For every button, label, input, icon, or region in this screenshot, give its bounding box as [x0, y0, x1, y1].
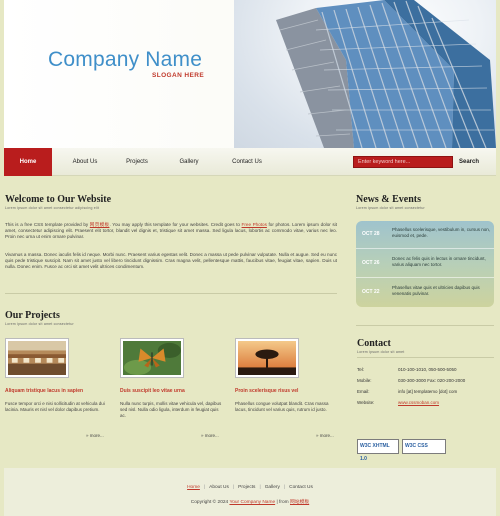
project-text-2: Nulla nunc turpis, mollis vitae vehicula… [120, 401, 222, 418]
w3c-xhtml-badge[interactable]: W3C XHTML 1.0 [357, 439, 399, 462]
sunset-tree-picture [238, 341, 296, 375]
butterfly-picture [123, 341, 181, 375]
news-text: Donec ac felis quis in lectus in ornare … [392, 256, 486, 267]
slogan: SLOGAN HERE [152, 72, 205, 79]
news-title: News & Events Lorem ipsum dolor sit amet… [356, 194, 425, 210]
news-date: OCT 28 [362, 231, 380, 237]
nav-about-us[interactable]: About Us [60, 148, 110, 176]
news-text: Phasellus vitae quis et ultricies dapibu… [392, 285, 480, 296]
contact-mobile-label: Mobile: [357, 378, 372, 383]
footer-separator: | [232, 485, 235, 490]
contact-email-value: info [at] templatemo [dot] com [398, 389, 458, 394]
main-nav: Home About Us Projects Gallery Contact U… [4, 148, 496, 176]
mall-interior-picture [8, 341, 66, 375]
footer-links: Home | About Us | Projects | Gallery | Contact U… [4, 485, 496, 490]
welcome-paragraph-2: Vivamus a massa. Donec iaculis felis id … [5, 252, 337, 269]
project-text-1: Fusce tempor orci e nisi sollicitudin at… [5, 401, 105, 412]
contact-tel-label: Tel: [357, 367, 365, 372]
contact-subtitle: Lorem ipsum dolor sit amet [357, 350, 405, 354]
welcome-p1-text: This is a free CSS template provided by [5, 222, 90, 227]
divider [356, 325, 494, 326]
project-more-link-2[interactable]: » more... [201, 433, 219, 438]
footer-link-home[interactable]: Home [187, 485, 200, 490]
welcome-title: Welcome to Our Website Lorem ipsum dolor… [5, 194, 111, 210]
footer-copyright: Copyright © 2024 Your Company Name | fro… [4, 498, 496, 505]
company-link[interactable]: Your Company Name [229, 500, 275, 505]
project-image-mall[interactable] [5, 338, 69, 378]
nav-projects[interactable]: Projects [112, 148, 162, 176]
contact-website-value[interactable]: www.cssmoban.com [398, 400, 439, 405]
search-input[interactable]: Enter keyword here... [353, 156, 453, 168]
project-image-butterfly[interactable] [120, 338, 184, 378]
project-more-link-3[interactable]: » more... [316, 433, 334, 438]
projects-subtitle: Lorem ipsum dolor sit amet consectetur [5, 322, 74, 326]
copyright-text: Copyright © 2024 [190, 500, 230, 505]
news-list: OCT 28 Phasellus scelerisque, vestibulum… [356, 221, 494, 307]
projects-title-text: Our Projects [5, 310, 60, 321]
project-text-3: Phasellus congue volutpat blandit. Cras … [235, 401, 329, 412]
project-more-link-1[interactable]: » more... [86, 433, 104, 438]
footer-separator: | [283, 485, 286, 490]
welcome-paragraph-1: This is a free CSS template provided by … [5, 222, 337, 240]
project-image-sunset[interactable] [235, 338, 299, 378]
website-link[interactable]: www.cssmoban.com [398, 400, 439, 405]
contact-email-label: Email: [357, 389, 370, 394]
welcome-p1-mid: . You may apply this template for your w… [109, 222, 242, 227]
contact-title-text: Contact [357, 338, 391, 349]
w3c-css-badge[interactable]: W3C CSS [402, 439, 446, 454]
news-text: Phasellus scelerisque, vestibulum in, cu… [392, 227, 491, 238]
project-title-3[interactable]: Proin scelerisque risus vel [235, 388, 298, 394]
welcome-subtitle: Lorem ipsum dolor sit amet consectetur a… [5, 206, 100, 210]
footer-link-projects[interactable]: Projects [238, 485, 255, 490]
footer-link-contact[interactable]: Contact Us [289, 485, 313, 490]
news-subtitle: Lorem ipsum dolor sit amet consectetur [356, 206, 425, 210]
divider [5, 293, 337, 294]
news-item[interactable]: OCT 28 Phasellus scelerisque, vestibulum… [356, 221, 494, 249]
news-item[interactable]: OCT 22 Phasellus vitae quis et ultricies… [356, 279, 494, 307]
news-item[interactable]: OCT 26 Donec ac felis quis in lectus in … [356, 250, 494, 278]
header-banner: Company Name SLOGAN HERE [4, 0, 496, 148]
nav-contact-us[interactable]: Contact Us [220, 148, 274, 176]
footer-link-about[interactable]: About Us [209, 485, 229, 490]
news-date: OCT 22 [362, 289, 380, 295]
skyscraper-image [276, 0, 496, 148]
free-photos-link[interactable]: Free Photos [242, 222, 267, 227]
contact-mobile-value: 030-300-3000 Fax: 020-200-2000 [398, 378, 466, 383]
project-title-2[interactable]: Duis suscipit leo vitae urna [120, 388, 185, 394]
welcome-title-text: Welcome to Our Website [5, 194, 112, 205]
news-date: OCT 26 [362, 260, 380, 266]
project-title-1[interactable]: Aliquam tristique lacus in sapien [5, 388, 83, 394]
footer-separator: | [203, 485, 206, 490]
template-site-link[interactable]: 网站模板 [290, 500, 309, 505]
contact-title: Contact Lorem ipsum dolor sit amet [357, 338, 404, 354]
page: Company Name SLOGAN HERE Home About Us P… [0, 0, 500, 516]
footer-separator: | [259, 485, 261, 490]
footer: Home | About Us | Projects | Gallery | Contact U… [4, 468, 496, 516]
nav-home[interactable]: Home [4, 148, 52, 176]
contact-tel-value: 010-100-1010, 050-500-5050 [398, 367, 457, 372]
company-name: Company Name [48, 48, 203, 71]
search-button[interactable]: Search [459, 156, 479, 168]
copyright-mid: | from [275, 500, 290, 505]
nav-gallery[interactable]: Gallery [164, 148, 214, 176]
contact-website-label: Website: [357, 400, 375, 405]
projects-title: Our Projects Lorem ipsum dolor sit amet … [5, 310, 74, 326]
footer-link-gallery[interactable]: Gallery [265, 485, 280, 490]
divider [357, 357, 494, 358]
template-provider-link[interactable]: 网页模板 [90, 222, 110, 227]
news-title-text: News & Events [356, 194, 421, 205]
